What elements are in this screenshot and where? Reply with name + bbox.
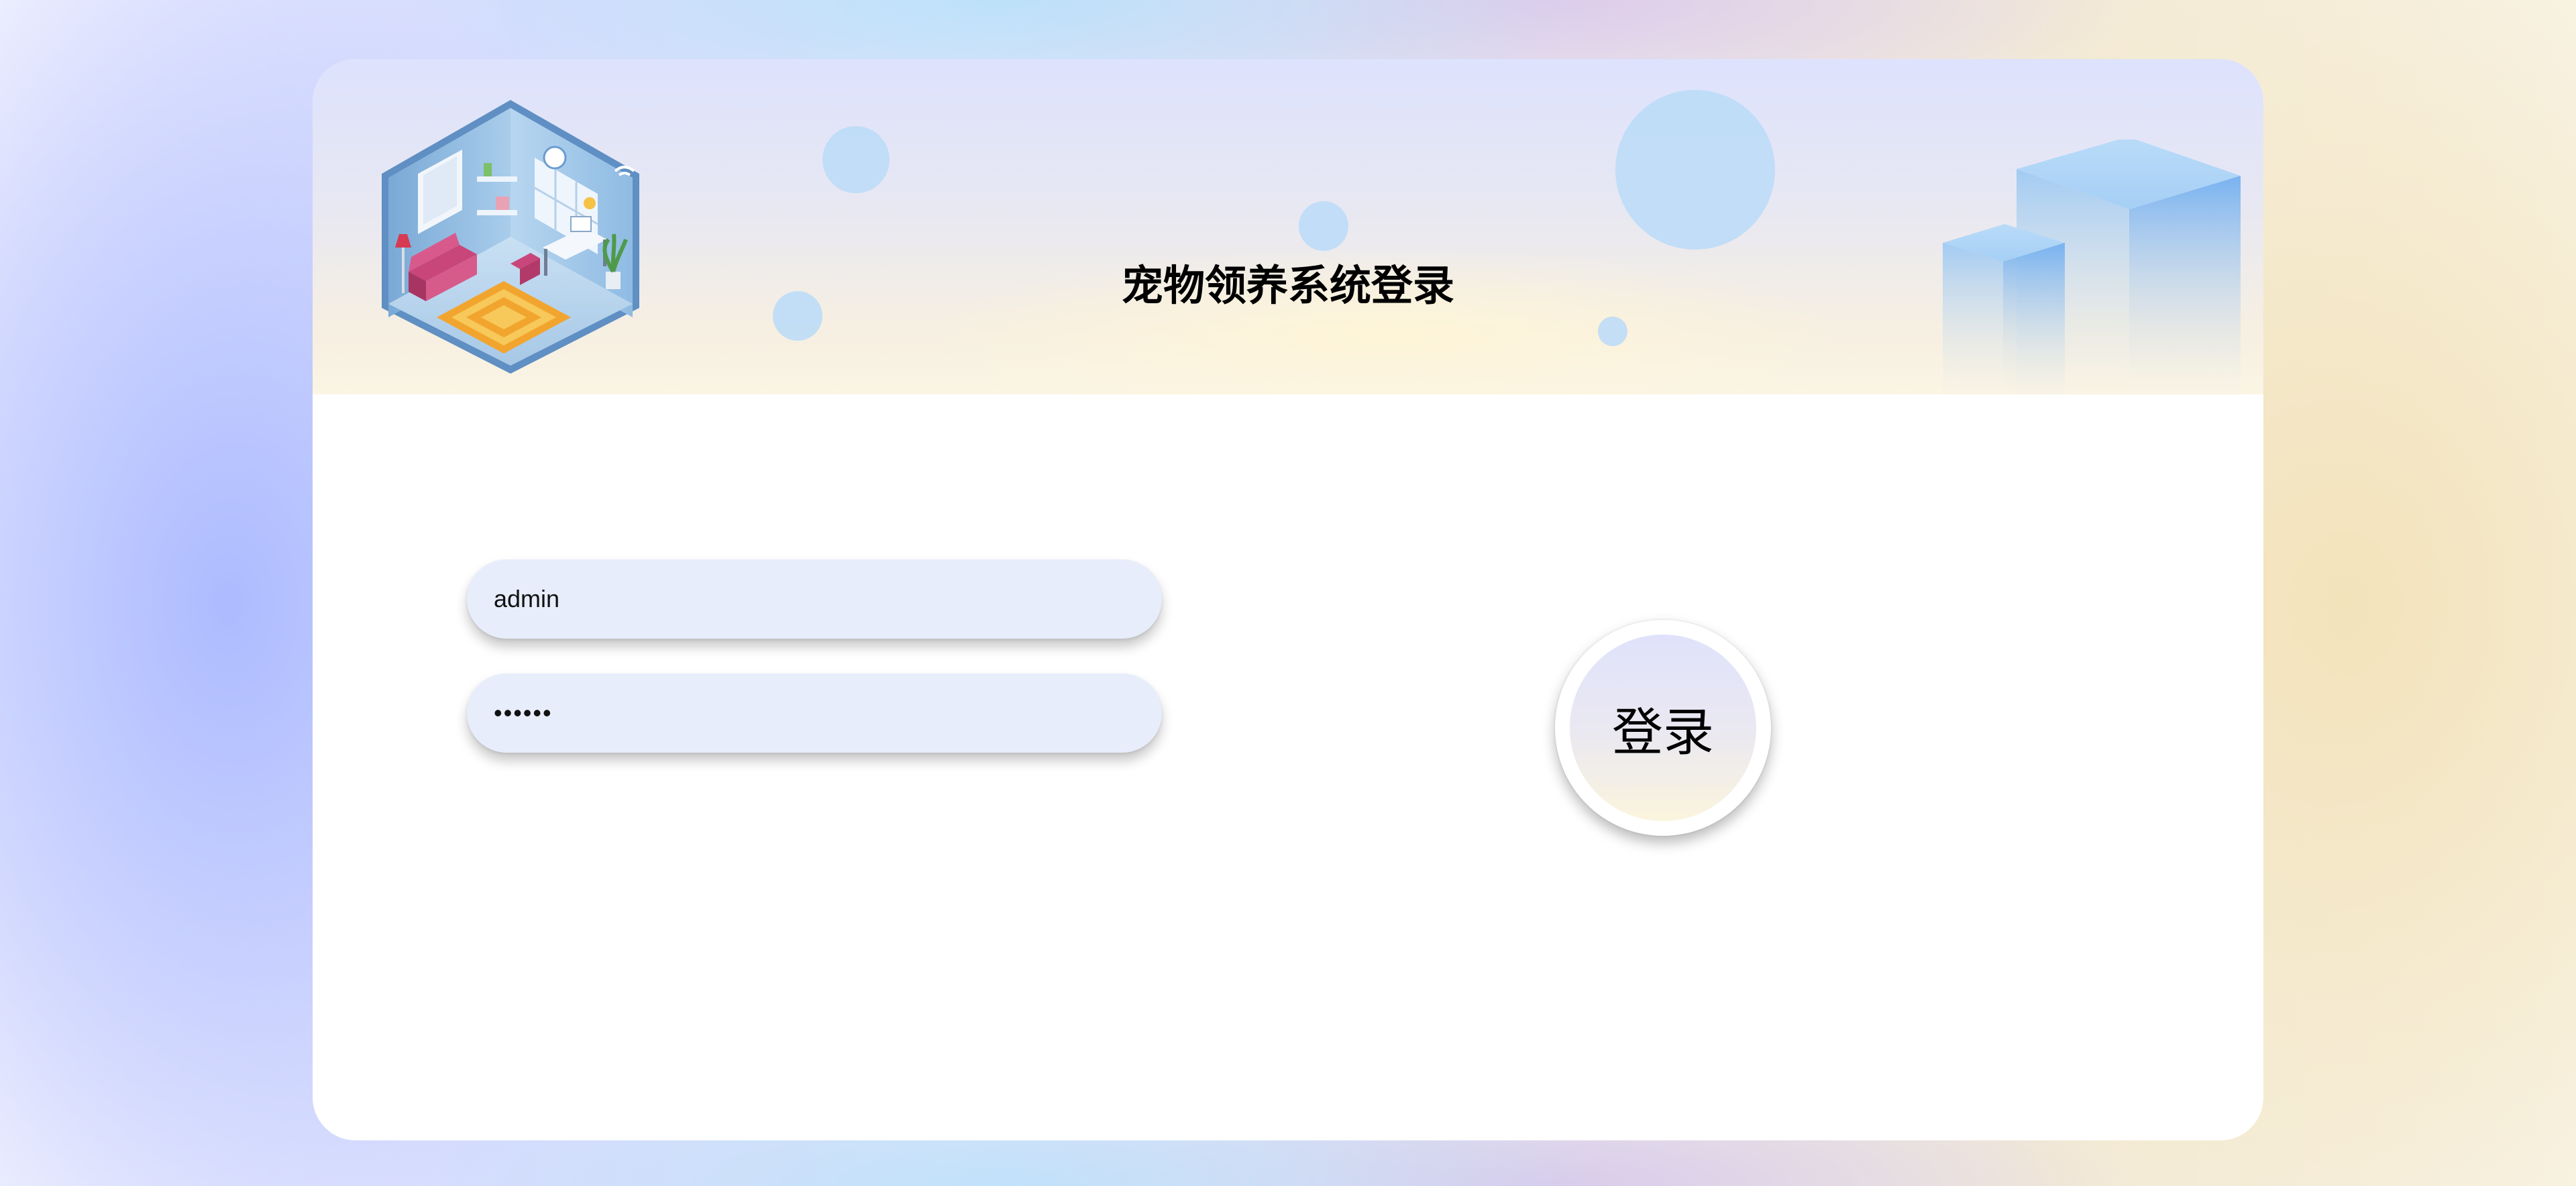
login-button-face[interactable]: 登录 — [1570, 635, 1756, 821]
decorative-bubble — [1598, 317, 1627, 346]
password-input[interactable] — [467, 673, 1162, 753]
cubes-decoration-icon — [1943, 140, 2241, 394]
login-button-label: 登录 — [1612, 702, 1714, 762]
decorative-bubble — [773, 291, 822, 341]
login-button[interactable]: 登录 — [1555, 620, 1771, 836]
decorative-bubble — [1615, 90, 1775, 250]
decorative-bubble — [1299, 201, 1348, 251]
decorative-bubble — [822, 126, 890, 193]
username-input[interactable] — [467, 559, 1162, 639]
room-illustration-icon — [382, 100, 639, 374]
page-title: 宠物领养系统登录 — [1121, 263, 1454, 309]
login-header — [313, 59, 2263, 394]
page-title-container: 宠物领养系统登录 — [1114, 256, 1462, 317]
